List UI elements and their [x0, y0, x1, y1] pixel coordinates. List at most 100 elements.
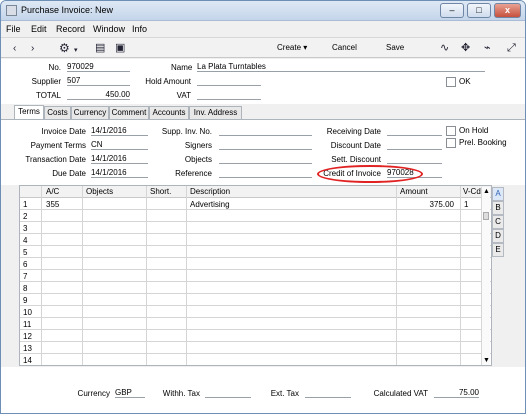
- tab-currency[interactable]: Currency: [71, 106, 109, 119]
- row-number: 3: [23, 224, 28, 233]
- currency-label: Currency: [77, 389, 110, 398]
- side-tab-a[interactable]: A: [492, 187, 504, 201]
- payment-terms-field[interactable]: CN: [91, 140, 148, 150]
- table-row[interactable]: 9: [20, 294, 491, 306]
- amount-cell[interactable]: 375.00: [404, 200, 454, 209]
- resize-icon[interactable]: ✥: [461, 42, 470, 54]
- due-date-field[interactable]: 14/1/2016: [91, 168, 148, 178]
- preview-icon[interactable]: ▣: [115, 42, 125, 54]
- withh-tax-field[interactable]: [205, 388, 251, 398]
- ok-checkbox[interactable]: [446, 77, 456, 87]
- forward-icon[interactable]: ›: [31, 43, 34, 55]
- ac-cell[interactable]: 355: [46, 200, 59, 209]
- menu-window[interactable]: Window: [93, 24, 125, 34]
- table-row[interactable]: 13: [20, 342, 491, 354]
- discount-date-field[interactable]: [387, 140, 442, 150]
- description-cell[interactable]: Advertising: [190, 200, 230, 209]
- transaction-date-field[interactable]: 14/1/2016: [91, 154, 148, 164]
- menu-file[interactable]: File: [6, 24, 21, 34]
- objects-label: Objects: [184, 155, 212, 164]
- expand-icon[interactable]: ⤢: [507, 42, 516, 54]
- row-number: 9: [23, 296, 28, 305]
- print-icon[interactable]: ▤: [95, 42, 105, 54]
- menu-record[interactable]: Record: [56, 24, 85, 34]
- back-icon[interactable]: ‹: [13, 43, 16, 55]
- minimize-button[interactable]: –: [440, 3, 464, 18]
- grid-header-ac: A/C: [46, 187, 60, 196]
- table-row[interactable]: 12: [20, 330, 491, 342]
- grid-header-amount: Amount: [400, 187, 428, 196]
- vcd-cell[interactable]: 1: [464, 200, 468, 209]
- on-hold-checkbox[interactable]: [446, 126, 456, 136]
- side-tab-e[interactable]: E: [492, 243, 504, 257]
- header-section: No. 970029 Name La Plata Turntables Supp…: [1, 59, 525, 104]
- reference-field[interactable]: [219, 168, 312, 178]
- vat-label: VAT: [176, 91, 191, 100]
- credit-of-invoice-field[interactable]: 970028: [387, 168, 442, 178]
- tab-costs[interactable]: Costs: [44, 106, 71, 119]
- supplier-field[interactable]: 507: [67, 76, 130, 86]
- create-button[interactable]: Create ▾: [277, 43, 307, 52]
- scroll-up-icon[interactable]: ▲: [483, 188, 490, 195]
- purchase-invoice-window: Purchase Invoice: New – □ x File Edit Re…: [0, 0, 526, 414]
- tab-terms[interactable]: Terms: [14, 105, 44, 119]
- menu-edit[interactable]: Edit: [31, 24, 47, 34]
- table-row[interactable]: 2: [20, 210, 491, 222]
- scroll-down-icon[interactable]: ▼: [483, 357, 490, 364]
- maximize-button[interactable]: □: [467, 3, 491, 18]
- cancel-button[interactable]: Cancel: [332, 43, 357, 52]
- invoice-date-field[interactable]: 14/1/2016: [91, 126, 148, 136]
- attachment-icon[interactable]: ⌁: [484, 42, 491, 54]
- table-row[interactable]: 7: [20, 270, 491, 282]
- side-tab-b[interactable]: B: [492, 201, 504, 215]
- grid-scrollbar[interactable]: ▲ ▼: [481, 187, 490, 365]
- total-field[interactable]: 450.00: [67, 90, 130, 100]
- table-row[interactable]: 5: [20, 246, 491, 258]
- currency-field[interactable]: GBP: [115, 388, 145, 398]
- grid-header-vcd: V-Cd: [463, 187, 481, 196]
- prel-booking-label: Prel. Booking: [459, 138, 507, 147]
- table-row[interactable]: 14: [20, 354, 491, 365]
- tab-accounts[interactable]: Accounts: [149, 106, 189, 119]
- side-tab-c[interactable]: C: [492, 215, 504, 229]
- calculated-vat-field[interactable]: 75.00: [434, 388, 479, 398]
- objects-field[interactable]: [219, 154, 312, 164]
- supp-inv-no-field[interactable]: [219, 126, 312, 136]
- hold-amount-field[interactable]: [197, 76, 261, 86]
- prel-booking-checkbox[interactable]: [446, 138, 456, 148]
- row-number: 4: [23, 236, 28, 245]
- row-number: 10: [23, 308, 32, 317]
- row-number: 8: [23, 284, 28, 293]
- table-row[interactable]: 10: [20, 306, 491, 318]
- table-row[interactable]: 4: [20, 234, 491, 246]
- row-number: 11: [23, 320, 32, 329]
- window-title: Purchase Invoice: New: [21, 5, 114, 15]
- receiving-date-field[interactable]: [387, 126, 442, 136]
- tab-comment[interactable]: Comment: [109, 106, 149, 119]
- side-tab-d[interactable]: D: [492, 229, 504, 243]
- table-row[interactable]: 1 355 Advertising 375.00 1: [20, 198, 491, 210]
- row-number: 14: [23, 356, 32, 365]
- signers-label: Signers: [184, 141, 212, 150]
- number-field[interactable]: 970029: [67, 62, 130, 72]
- table-row[interactable]: 6: [20, 258, 491, 270]
- credit-of-invoice-label: Credit of Invoice: [323, 169, 381, 178]
- scroll-thumb[interactable]: [483, 212, 489, 220]
- save-button[interactable]: Save: [386, 43, 404, 52]
- name-field[interactable]: La Plata Turntables: [197, 62, 485, 72]
- close-button[interactable]: x: [494, 3, 521, 18]
- table-row[interactable]: 11: [20, 318, 491, 330]
- tab-inv-address[interactable]: Inv. Address: [189, 106, 242, 119]
- signal-icon[interactable]: ∿: [440, 42, 449, 54]
- table-row[interactable]: 3: [20, 222, 491, 234]
- table-row[interactable]: 8: [20, 282, 491, 294]
- sett-discount-label: Sett. Discount: [331, 155, 381, 164]
- dropdown-arrow-icon[interactable]: ▾: [74, 45, 78, 57]
- title-bar[interactable]: Purchase Invoice: New – □ x: [1, 1, 525, 21]
- vat-field[interactable]: [197, 90, 261, 100]
- ext-tax-field[interactable]: [305, 388, 351, 398]
- sett-discount-field[interactable]: [387, 154, 442, 164]
- gear-icon[interactable]: ⚙: [59, 42, 70, 54]
- menu-info[interactable]: Info: [132, 24, 147, 34]
- signers-field[interactable]: [219, 140, 312, 150]
